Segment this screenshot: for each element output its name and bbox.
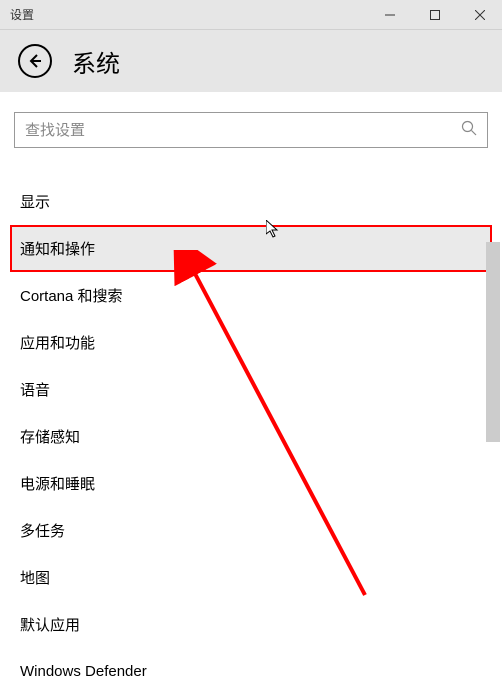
back-button[interactable] [18,44,52,78]
list-item-label: 显示 [20,191,50,212]
search-input[interactable] [25,122,461,139]
content-area: 显示 通知和操作 Cortana 和搜索 应用和功能 语音 存储感知 电源和睡眠… [0,92,502,642]
page-title: 系统 [72,44,120,79]
list-item-apps[interactable]: 应用和功能 [14,319,488,366]
list-item-cortana[interactable]: Cortana 和搜索 [14,272,488,319]
list-item-defender[interactable]: Windows Defender [14,648,488,695]
list-item-display[interactable]: 显示 [14,178,488,225]
close-icon [475,10,485,20]
list-item-label: 语音 [20,379,50,400]
list-item-power[interactable]: 电源和睡眠 [14,460,488,507]
list-item-default-apps[interactable]: 默认应用 [14,601,488,648]
scrollbar[interactable] [486,242,500,442]
settings-list: 显示 通知和操作 Cortana 和搜索 应用和功能 语音 存储感知 电源和睡眠… [14,178,488,695]
minimize-icon [385,10,395,20]
list-item-label: 地图 [20,567,50,588]
maximize-icon [430,10,440,20]
list-item-label: Windows Defender [20,663,147,680]
back-arrow-icon [27,53,43,69]
list-item-label: 应用和功能 [20,332,95,353]
list-item-notifications[interactable]: 通知和操作 [10,225,492,272]
close-button[interactable] [457,0,502,29]
minimize-button[interactable] [367,0,412,29]
window-controls [367,0,502,29]
list-item-label: 默认应用 [20,614,80,635]
window-title: 设置 [0,6,367,23]
list-item-label: Cortana 和搜索 [20,285,123,306]
list-item-voice[interactable]: 语音 [14,366,488,413]
titlebar: 设置 [0,0,502,30]
header: 系统 [0,30,502,92]
search-icon [461,120,477,141]
list-item-multitask[interactable]: 多任务 [14,507,488,554]
list-item-label: 多任务 [20,520,65,541]
search-box[interactable] [14,112,488,148]
list-item-label: 电源和睡眠 [20,473,95,494]
maximize-button[interactable] [412,0,457,29]
list-item-label: 通知和操作 [20,238,95,259]
list-item-label: 存储感知 [20,426,80,447]
list-item-storage[interactable]: 存储感知 [14,413,488,460]
list-item-maps[interactable]: 地图 [14,554,488,601]
